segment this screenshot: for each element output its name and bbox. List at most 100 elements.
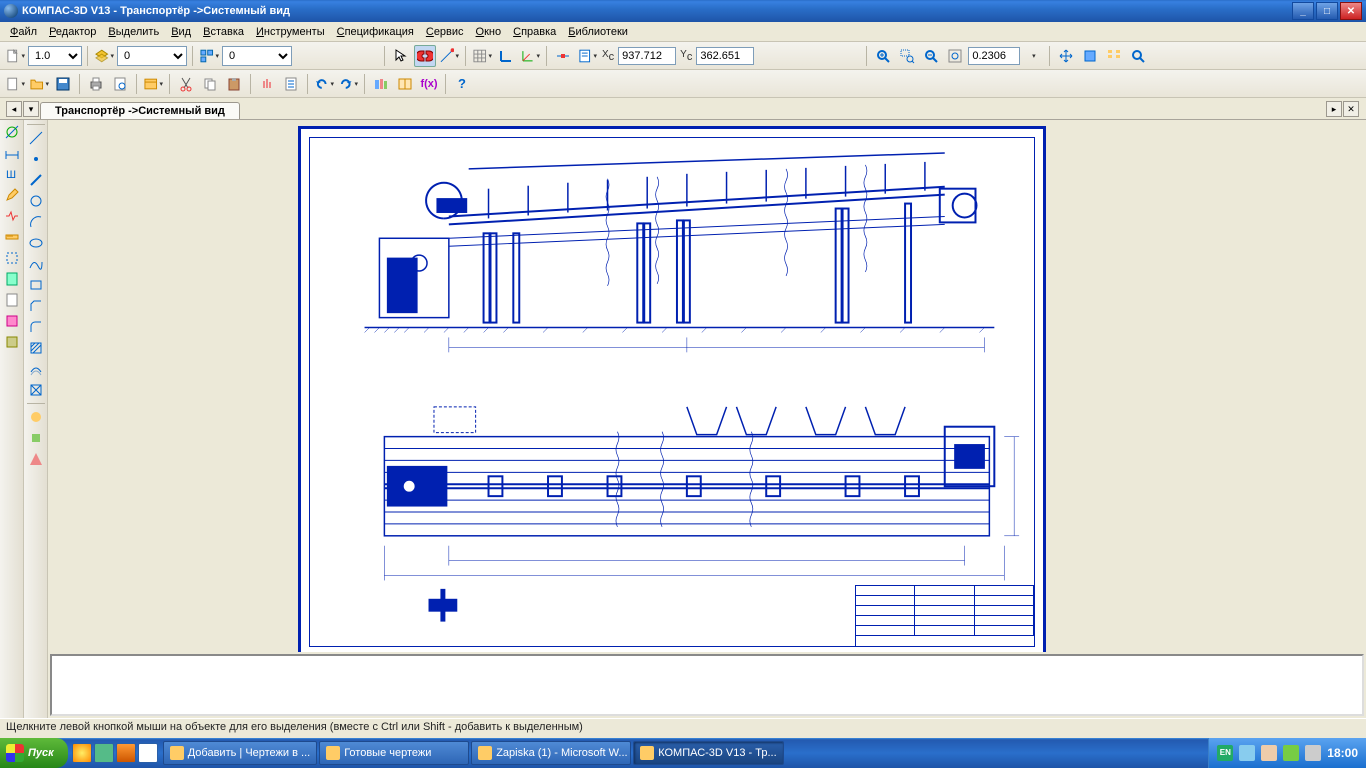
menu-Спецификация[interactable]: Спецификация	[331, 24, 420, 40]
properties-button[interactable]	[280, 73, 302, 95]
print-button[interactable]	[85, 73, 107, 95]
library-button[interactable]	[370, 73, 392, 95]
rect-tool-icon[interactable]	[26, 275, 46, 295]
zoom-input[interactable]	[968, 47, 1020, 65]
catalog-button[interactable]	[394, 73, 416, 95]
menu-Библиотеки[interactable]: Библиотеки	[562, 24, 634, 40]
cursor-button[interactable]	[390, 45, 412, 67]
undo-button[interactable]: ▾	[313, 73, 335, 95]
quick-icon[interactable]	[72, 743, 92, 763]
circle-tool-icon[interactable]	[26, 191, 46, 211]
menu-Редактор[interactable]: Редактор	[43, 24, 102, 40]
copy-button[interactable]	[199, 73, 221, 95]
extra-tool-3-icon[interactable]	[26, 449, 46, 469]
view-select[interactable]: 0	[222, 46, 292, 66]
layers-button[interactable]: ▾	[93, 45, 115, 67]
close-button[interactable]: ✕	[1340, 2, 1362, 20]
zoom-in-button[interactable]	[872, 45, 894, 67]
pan-button[interactable]	[1055, 45, 1077, 67]
paste-button[interactable]	[223, 73, 245, 95]
menu-Вставка[interactable]: Вставка	[197, 24, 250, 40]
scale-select[interactable]: 1.0	[28, 46, 82, 66]
menu-Справка[interactable]: Справка	[507, 24, 562, 40]
attrib-tool-icon[interactable]	[2, 332, 22, 352]
task-button[interactable]: Готовые чертежи	[319, 741, 469, 765]
dimension-tool-icon[interactable]	[2, 143, 22, 163]
bottom-panel[interactable]	[50, 654, 1364, 716]
measure-tool-icon[interactable]	[2, 227, 22, 247]
tray-icon[interactable]	[1283, 745, 1299, 761]
start-button[interactable]: Пуск	[0, 738, 68, 768]
chamfer-tool-icon[interactable]	[26, 296, 46, 316]
line-tool-icon[interactable]	[26, 128, 46, 148]
equidist-tool-icon[interactable]	[26, 359, 46, 379]
coord-x-input[interactable]	[618, 47, 676, 65]
grid-button[interactable]: ▾	[471, 45, 493, 67]
segment-tool-icon[interactable]	[26, 170, 46, 190]
extra-tool-2-icon[interactable]	[26, 428, 46, 448]
spline-tool-icon[interactable]	[26, 254, 46, 274]
point-tool-icon[interactable]	[26, 149, 46, 169]
arc-tool-icon[interactable]	[26, 212, 46, 232]
lcs-button[interactable]: ▾	[519, 45, 541, 67]
snap-mid-button[interactable]	[552, 45, 574, 67]
spec-button[interactable]: ▾	[576, 45, 598, 67]
param-tool-icon[interactable]	[2, 206, 22, 226]
open-button[interactable]: ▾	[28, 73, 50, 95]
new-doc-button[interactable]: ▾	[4, 73, 26, 95]
zoom-all-button[interactable]	[1127, 45, 1149, 67]
redraw-button[interactable]	[1079, 45, 1101, 67]
quick-icon[interactable]	[94, 743, 114, 763]
help-button[interactable]: ?	[451, 73, 473, 95]
zoom-fit-button[interactable]	[944, 45, 966, 67]
select-tool-icon[interactable]	[2, 248, 22, 268]
views-button[interactable]: ▾	[198, 45, 220, 67]
snap-end-button[interactable]: ▾	[438, 45, 460, 67]
menu-Вид[interactable]: Вид	[165, 24, 197, 40]
geometry-tool-icon[interactable]	[2, 122, 22, 142]
menu-Сервис[interactable]: Сервис	[420, 24, 470, 40]
vars-button[interactable]: f(x)	[418, 73, 440, 95]
task-button[interactable]: Добавить | Чертежи в ...	[163, 741, 317, 765]
layer-select[interactable]: 0	[117, 46, 187, 66]
tab-close-button[interactable]: ✕	[1343, 101, 1359, 117]
attributes-button[interactable]: ▾	[142, 73, 164, 95]
quick-icon[interactable]	[138, 743, 158, 763]
edit-tool-icon[interactable]	[2, 185, 22, 205]
quick-icon[interactable]	[116, 743, 136, 763]
insert-tool-icon[interactable]	[2, 311, 22, 331]
collect-tool-icon[interactable]	[26, 380, 46, 400]
tray-icon[interactable]	[1305, 745, 1321, 761]
task-button[interactable]: КОМПАС-3D V13 - Тр...	[633, 741, 783, 765]
new-button[interactable]: ▾	[4, 45, 26, 67]
tree-button[interactable]	[1103, 45, 1125, 67]
ortho-button[interactable]	[495, 45, 517, 67]
report-tool-icon[interactable]	[2, 290, 22, 310]
menu-Файл[interactable]: Файл	[4, 24, 43, 40]
save-button[interactable]	[52, 73, 74, 95]
menu-Инструменты[interactable]: Инструменты	[250, 24, 331, 40]
document-tab[interactable]: Транспортёр ->Системный вид	[40, 102, 240, 119]
coord-y-input[interactable]	[696, 47, 754, 65]
fillet-tool-icon[interactable]	[26, 317, 46, 337]
extra-tool-1-icon[interactable]	[26, 407, 46, 427]
ellipse-tool-icon[interactable]	[26, 233, 46, 253]
tab-menu-button[interactable]: ▾	[23, 101, 39, 117]
lang-indicator[interactable]: EN	[1217, 745, 1233, 761]
zoom-prev-button[interactable]	[920, 45, 942, 67]
annotation-tool-icon[interactable]: Ш	[2, 164, 22, 184]
task-button[interactable]: Zapiska (1) - Microsoft W...	[471, 741, 631, 765]
tray-icon[interactable]	[1239, 745, 1255, 761]
zoom-window-button[interactable]	[896, 45, 918, 67]
zoom-out-button[interactable]: ▾	[1022, 45, 1044, 67]
menu-Выделить[interactable]: Выделить	[102, 24, 165, 40]
tab-next-button[interactable]: ▸	[1326, 101, 1342, 117]
minimize-button[interactable]: _	[1292, 2, 1314, 20]
menu-Окно[interactable]: Окно	[470, 24, 508, 40]
delete-button[interactable]	[256, 73, 278, 95]
tab-prev-button[interactable]: ◂	[6, 101, 22, 117]
cut-button[interactable]	[175, 73, 197, 95]
drawing-canvas[interactable]	[48, 120, 1366, 652]
tray-icon[interactable]	[1261, 745, 1277, 761]
magnet-button[interactable]	[414, 45, 436, 67]
